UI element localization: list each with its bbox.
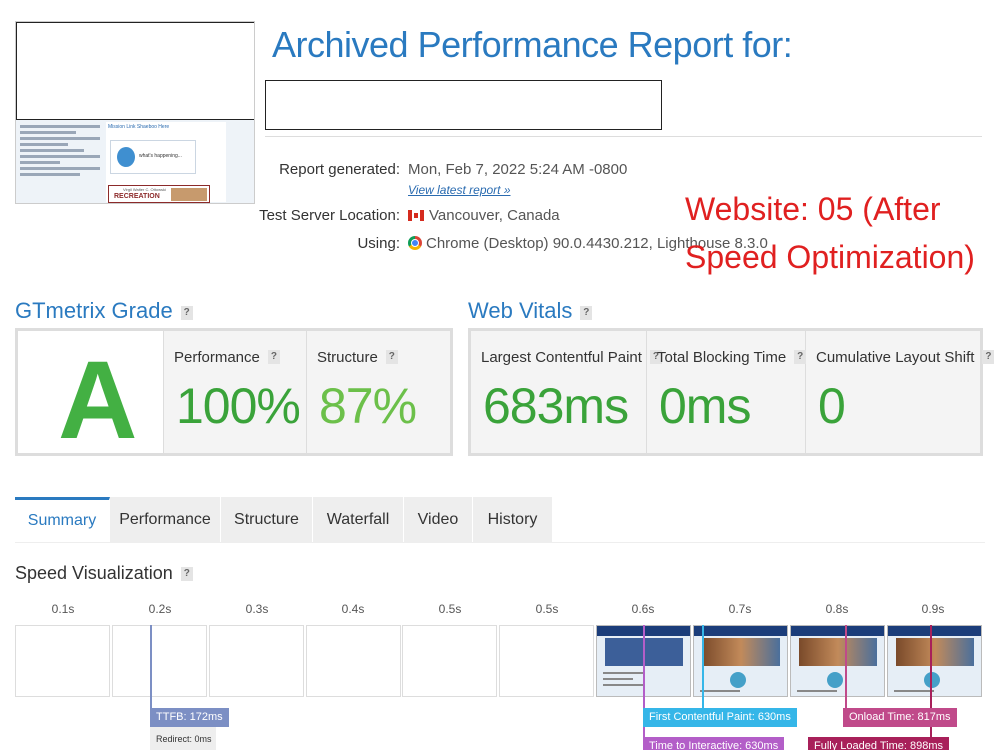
annotation-text: Website: 05 (After Speed Optimization) (685, 185, 985, 281)
filmstrip-frame[interactable] (790, 625, 885, 697)
cls-label: Cumulative Layout Shift? (816, 349, 995, 366)
onload-marker: Onload Time: 817ms (843, 708, 957, 727)
ttfb-line (150, 625, 152, 710)
tab-summary[interactable]: Summary (15, 497, 110, 542)
filmstrip-frame[interactable] (112, 625, 207, 697)
filmstrip-frame[interactable] (402, 625, 497, 697)
structure-cell: Structure? 87% (307, 331, 450, 453)
tab-waterfall[interactable]: Waterfall (313, 497, 404, 542)
timeline-tick: 0.5s (535, 602, 559, 616)
structure-label-text: Structure (317, 349, 378, 366)
fcp-marker: First Contentful Paint: 630ms (643, 708, 797, 727)
tab-structure[interactable]: Structure (221, 497, 313, 542)
timeline-tick: 0.8s (825, 602, 849, 616)
filmstrip-frame[interactable] (209, 625, 304, 697)
timeline-tick: 0.4s (341, 602, 365, 616)
chrome-icon (408, 236, 422, 250)
timeline-tick: 0.7s (728, 602, 752, 616)
help-icon[interactable]: ? (385, 350, 398, 364)
thumbnail-link-text: Mission Link Shaeboo Here (108, 124, 170, 130)
view-latest-report-link[interactable]: View latest report » (408, 183, 511, 197)
report-generated-label: Report generated: (279, 161, 400, 178)
tti-marker: Time to Interactive: 630ms (643, 737, 785, 750)
tbt-label-text: Total Blocking Time (657, 349, 787, 366)
tbt-cell: Total Blocking Time? 0ms (647, 331, 807, 453)
help-icon[interactable]: ? (180, 567, 193, 581)
lcp-label-text: Largest Contentful Paint (481, 349, 642, 366)
filmstrip-frame[interactable] (887, 625, 982, 697)
performance-label: Performance? (174, 349, 280, 366)
filmstrip-frame[interactable] (306, 625, 401, 697)
report-generated-value: Mon, Feb 7, 2022 5:24 AM -0800 (408, 161, 628, 178)
thumbnail-rec-small: Virgil Walter C. Ottowski (123, 187, 166, 192)
grade-box: A (18, 331, 163, 462)
performance-label-text: Performance (174, 349, 260, 366)
help-icon[interactable]: ? (794, 350, 807, 364)
timeline-tick: 0.6s (631, 602, 655, 616)
annotation-line-2: Speed Optimization) (685, 239, 975, 275)
filmstrip-frame[interactable] (693, 625, 788, 697)
annotation-line-1: Website: 05 (After (685, 191, 941, 227)
tbt-value: 0ms (659, 378, 751, 434)
lcp-label: Largest Contentful Paint? (481, 349, 662, 366)
timeline-tick: 0.3s (245, 602, 269, 616)
lcp-cell: Largest Contentful Paint? 683ms (471, 331, 662, 453)
server-location-label: Test Server Location: (259, 207, 400, 224)
fully-loaded-line (930, 625, 932, 750)
gtmetrix-grade-panel: A Performance? 100% Structure? 87% (15, 328, 453, 462)
redaction-box (16, 22, 254, 120)
gtmetrix-grade-title: GTmetrix Grade? (15, 298, 193, 324)
structure-label: Structure? (317, 349, 398, 366)
cls-value: 0 (818, 378, 846, 434)
divider (265, 136, 982, 137)
help-icon[interactable]: ? (982, 350, 995, 364)
structure-value: 87% (319, 378, 417, 434)
thumbnail-rec-image (171, 188, 207, 201)
tti-line (643, 625, 645, 750)
web-vitals-title-text: Web Vitals (468, 298, 573, 323)
help-icon[interactable]: ? (267, 350, 280, 364)
web-vitals-title: Web Vitals? (468, 298, 593, 324)
server-location-text: Vancouver, Canada (429, 207, 560, 224)
gtmetrix-grade-title-text: GTmetrix Grade (15, 298, 173, 323)
help-icon[interactable]: ? (180, 306, 193, 320)
tab-performance[interactable]: Performance (110, 497, 221, 542)
web-vitals-panel: Largest Contentful Paint? 683ms Total Bl… (468, 328, 995, 456)
page-title: Archived Performance Report for: (272, 24, 793, 65)
ttfb-detail: Redirect: 0ms (150, 727, 216, 750)
timeline-tick: 0.1s (51, 602, 75, 616)
performance-value: 100% (176, 378, 301, 434)
lcp-value: 683ms (483, 378, 629, 434)
filmstrip-frame[interactable] (15, 625, 110, 697)
speed-visualization-title-text: Speed Visualization (15, 563, 173, 583)
server-location-value: Vancouver, Canada (408, 207, 560, 224)
tab-video[interactable]: Video (404, 497, 473, 542)
onload-line (845, 625, 847, 710)
thumbnail-recreation-banner: Virgil Walter C. Ottowski RECREATION (108, 185, 210, 203)
fcp-line (702, 625, 704, 710)
tab-history[interactable]: History (473, 497, 553, 542)
url-redaction-box (265, 80, 662, 130)
timeline-tick: 0.9s (921, 602, 945, 616)
tabs-divider (15, 542, 985, 543)
ttfb-marker: TTFB: 172ms (150, 708, 229, 727)
canada-flag-icon (408, 210, 424, 221)
performance-cell: Performance? 100% (163, 331, 307, 453)
filmstrip-frame[interactable] (499, 625, 594, 697)
timeline-tick: 0.5s (438, 602, 462, 616)
tbt-label: Total Blocking Time? (657, 349, 807, 366)
help-icon[interactable]: ? (580, 306, 593, 320)
fully-loaded-marker: Fully Loaded Time: 898ms (808, 737, 950, 750)
speed-visualization-title: Speed Visualization? (15, 563, 193, 584)
grade-letter: A (58, 339, 138, 462)
cls-label-text: Cumulative Layout Shift (816, 349, 975, 366)
thumbnail-card-text: what's happening... (139, 153, 182, 159)
cls-cell: Cumulative Layout Shift? 0 (806, 331, 995, 453)
timeline-tick: 0.2s (148, 602, 172, 616)
thumbnail-rec-text: RECREATION (114, 193, 160, 200)
using-label: Using: (357, 235, 400, 252)
